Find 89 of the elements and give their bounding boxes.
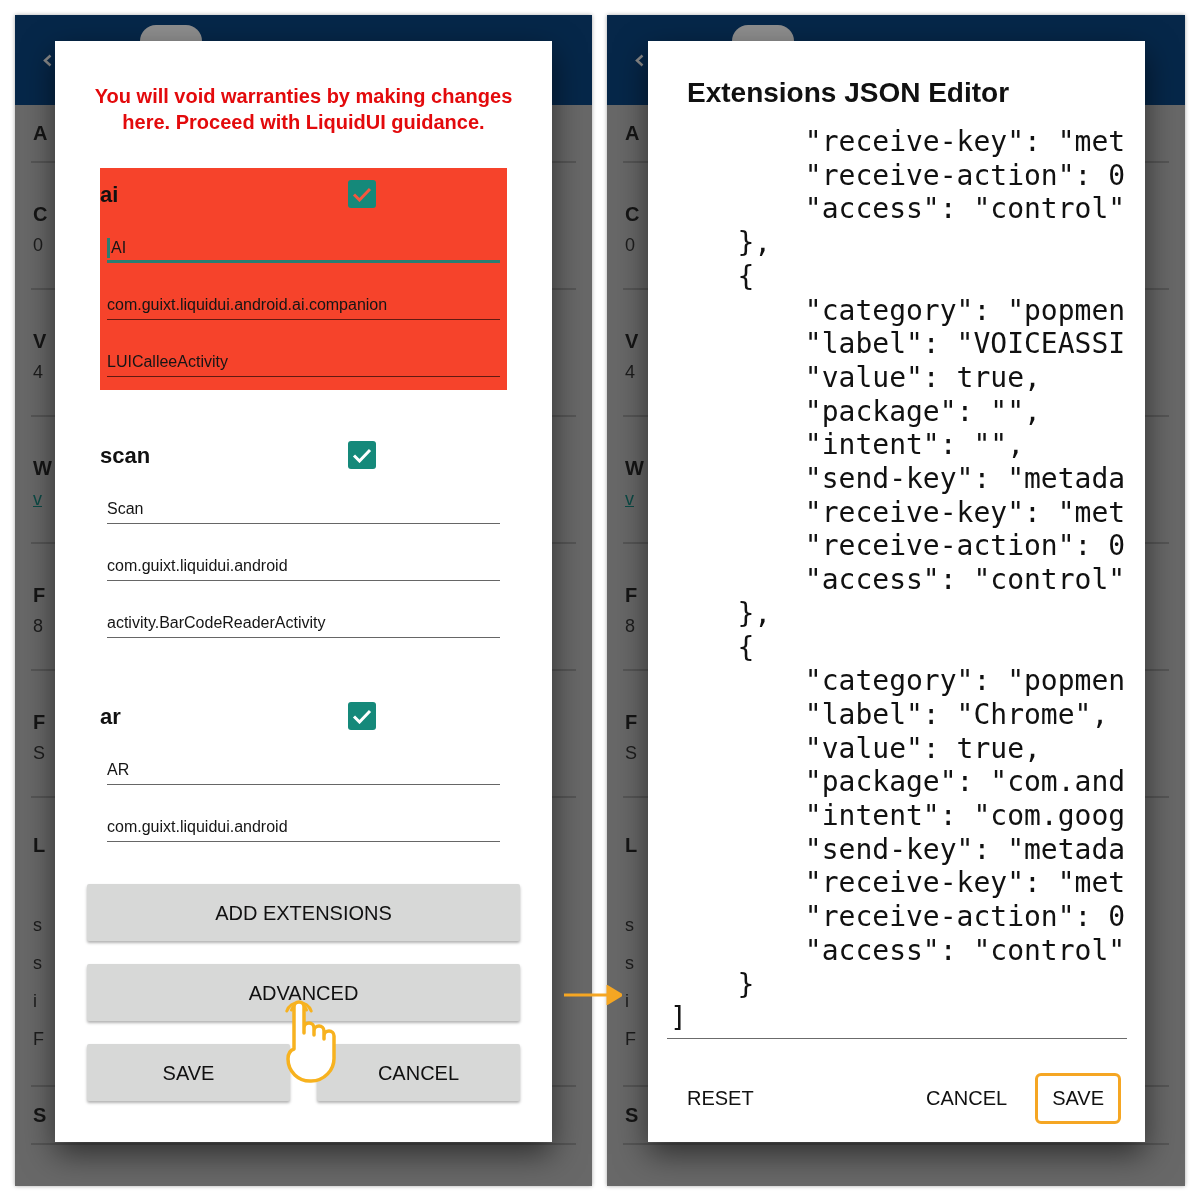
code-line: "category": "popmen: [804, 664, 1126, 698]
list-item-detail: F: [625, 1028, 636, 1051]
code-line: "package": "",: [804, 394, 1041, 429]
list-item-subtitle: 4: [33, 361, 43, 384]
code-line: "intent": "com.goog: [804, 799, 1126, 833]
list-item-title: V: [625, 329, 639, 353]
list-item-detail: i: [33, 990, 37, 1013]
avatar-icon[interactable]: [732, 25, 794, 41]
list-item-title: A: [33, 121, 48, 145]
code-line: "access": "control": [804, 192, 1126, 227]
code-line: "intent": "",: [804, 428, 1024, 463]
list-item-detail: s: [33, 952, 42, 975]
avatar-icon[interactable]: [140, 25, 202, 41]
code-line: "send-key": "metada: [804, 832, 1126, 867]
dialog-button[interactable]: SAVE: [1035, 1073, 1121, 1124]
code-line: "receive-key": "met: [804, 866, 1126, 901]
code-line: "value": true,: [804, 731, 1041, 766]
list-item-detail: s: [625, 914, 634, 937]
code-line: "package": "com.and: [804, 765, 1126, 800]
list-item-detail: s: [625, 952, 634, 975]
list-item-detail: i: [625, 990, 629, 1013]
code-line: {: [737, 259, 755, 294]
list-item-title: L: [625, 833, 638, 857]
list-item-title: L: [33, 833, 46, 857]
code-line: },: [737, 596, 772, 631]
dialog-button[interactable]: RESET: [670, 1073, 771, 1124]
text-field[interactable]: activity.BarCodeReaderActivity: [107, 613, 500, 638]
list-item-title: F: [625, 583, 638, 607]
text-field[interactable]: AI: [107, 238, 500, 263]
list-item-title: V: [33, 329, 47, 353]
text-field[interactable]: com.guixt.liquidui.android.ai.companion: [107, 295, 500, 320]
text-field[interactable]: com.guixt.liquidui.android: [107, 556, 500, 581]
code-line: "access": "control": [804, 933, 1126, 968]
dialog-button[interactable]: CANCEL: [317, 1044, 520, 1101]
list-item-title: A: [625, 121, 640, 145]
list-item-subtitle: 4: [625, 361, 635, 384]
list-item-detail: F: [33, 1028, 44, 1051]
code-line: ]: [670, 1001, 687, 1035]
list-item-title: F: [33, 710, 46, 734]
code-line: {: [737, 630, 755, 665]
list-item-title: S: [33, 1103, 47, 1127]
code-line: "receive-action": 0: [804, 158, 1126, 193]
extension-name: scan: [100, 444, 151, 468]
list-item-subtitle: S: [33, 742, 45, 765]
dialog-button[interactable]: ADVANCED: [87, 964, 520, 1021]
warning-text: You will void warranties by making changes here. Proceed with LiquidUI guidance.: [93, 84, 514, 135]
extension-name: ai: [100, 183, 119, 207]
list-item-subtitle: 8: [625, 615, 635, 638]
extension-name: ar: [100, 705, 121, 729]
list-item-title: C: [625, 202, 640, 226]
list-item-subtitle: 0: [33, 234, 43, 257]
code-line: "receive-action": 0: [804, 900, 1126, 934]
check-icon: [352, 447, 372, 463]
dialog-title: Extensions JSON Editor: [687, 78, 1010, 108]
check-icon: [352, 708, 372, 724]
code-line: }: [737, 967, 755, 1002]
code-line: "label": "VOICEASSI: [804, 327, 1126, 361]
code-line: },: [737, 226, 772, 260]
dialog-button[interactable]: SAVE: [87, 1044, 290, 1101]
code-line: "send-key": "metada: [804, 462, 1126, 496]
checkbox[interactable]: [348, 702, 376, 730]
list-item-title: F: [33, 583, 46, 607]
dialog-button[interactable]: ADD EXTENSIONS: [87, 884, 520, 941]
checkbox[interactable]: [348, 441, 376, 469]
code-line: "access": "control": [804, 563, 1126, 597]
list-item-title: S: [625, 1103, 639, 1127]
dialog-button[interactable]: CANCEL: [909, 1073, 1025, 1124]
checkbox[interactable]: [348, 180, 376, 208]
code-line: "receive-action": 0: [804, 529, 1126, 564]
list-item-title: W: [625, 456, 644, 480]
list-item-title: W: [33, 456, 52, 480]
list-item-subtitle: S: [625, 742, 637, 765]
list-item-detail: s: [33, 914, 42, 937]
list-item-title: F: [625, 710, 638, 734]
right-arrow: [564, 985, 622, 1005]
check-icon: [352, 186, 372, 202]
list-item-subtitle: 0: [625, 234, 635, 257]
list-item-title: C: [33, 202, 48, 226]
code-line: "receive-key": "met: [804, 125, 1126, 159]
code-line: "label": "Chrome",: [804, 697, 1109, 732]
code-line: "category": "popmen: [804, 293, 1126, 328]
code-line: "receive-key": "met: [804, 495, 1126, 530]
text-field[interactable]: com.guixt.liquidui.android: [107, 817, 500, 842]
list-item-subtitle: 8: [33, 615, 43, 638]
text-field[interactable]: LUICalleeActivity: [107, 352, 500, 377]
code-line: "value": true,: [804, 360, 1041, 395]
text-field[interactable]: AR: [107, 760, 500, 785]
text-field[interactable]: Scan: [107, 499, 500, 524]
text-cursor: [107, 238, 110, 258]
